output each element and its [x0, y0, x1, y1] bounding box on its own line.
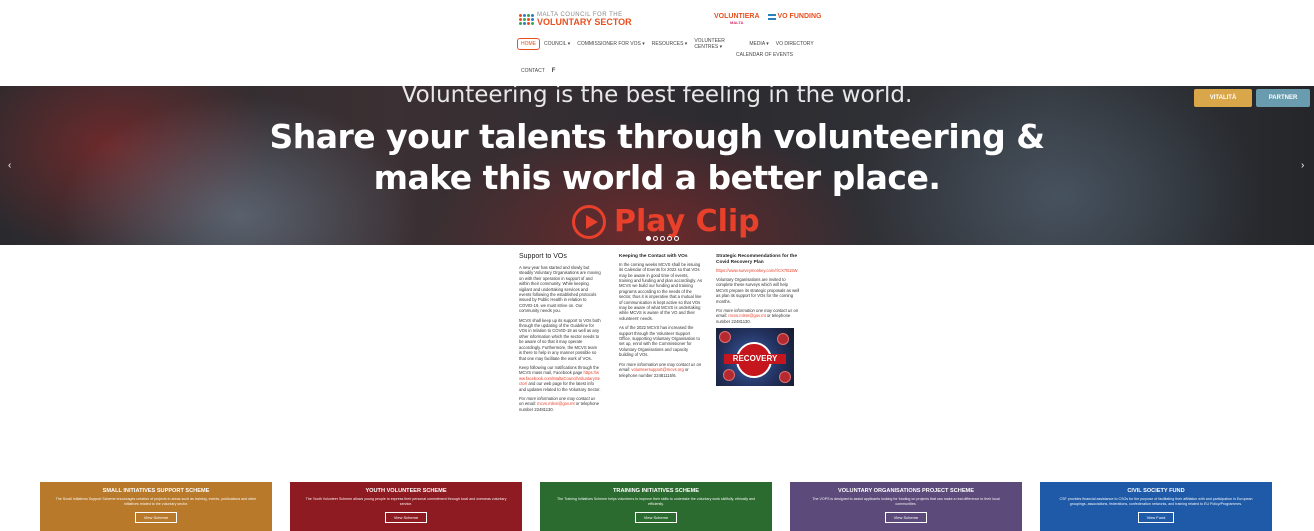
support-title: Support to VOs — [519, 253, 567, 260]
contact-title: Keeping the Contact with VOs — [619, 254, 688, 259]
strategic-p1: Voluntary Organisations are invited to c… — [716, 277, 800, 304]
scheme-title: SMALL INITIATIVES SUPPORT SCHEME — [102, 488, 210, 494]
strategic-column: Strategic Recommendations for the Covid … — [716, 254, 800, 387]
scheme-title: TRAINING INITIATIVES SCHEME — [613, 488, 699, 494]
hero-subtitle: Volunteering is the best feeling in the … — [401, 86, 913, 108]
scheme-description: CSF provides financial assistance to CSO… — [1059, 497, 1253, 506]
strategic-title: Strategic Recommendations for the Covid … — [716, 254, 798, 265]
hero-slider: Volunteering is the best feeling in the … — [0, 86, 1314, 245]
strategic-email-link[interactable]: mcvs.mlsm@gov.mt — [728, 313, 765, 318]
mcvs-logo[interactable]: MALTA COUNCIL FOR THE VOLUNTARY SECTOR — [519, 12, 632, 27]
hero-title: Share your talents through volunteering … — [269, 117, 1045, 197]
contact-p2: As of the 2022 MCVS has increased the su… — [619, 325, 700, 358]
view-scheme-button[interactable]: View Scheme — [884, 512, 928, 524]
support-column: Support to VOs A new year has started an… — [519, 252, 601, 416]
logo-line2: VOLUNTARY SECTOR — [537, 17, 632, 27]
scheme-description: The Youth Volunteer Scheme allows young … — [305, 497, 507, 506]
scheme-card: YOUTH VOLUNTEER SCHEME The Youth Voluntee… — [290, 482, 522, 531]
scheme-card: SMALL INITIATIVES SUPPORT SCHEME The Smal… — [40, 482, 272, 531]
nav-volunteer-centres[interactable]: VOLUNTEER CENTRES ▾ — [694, 38, 730, 50]
vitalita-logo[interactable]: VITALITÀ — [1194, 89, 1252, 107]
nav-commissioner[interactable]: COMMISSIONER FOR VOS ▾ — [577, 41, 645, 47]
contact-email-link[interactable]: volunteersupport@mcvs.org — [631, 367, 683, 372]
slide-dot[interactable] — [667, 236, 672, 241]
strategic-p2: For more information one may contact us … — [716, 308, 799, 324]
scheme-description: The VOPS is designed to assist applicant… — [812, 497, 1000, 506]
scheme-card: CIVIL SOCIETY FUND CSF provides financial… — [1040, 482, 1272, 531]
nav-calendar[interactable]: CALENDAR OF EVENTS — [736, 52, 793, 58]
mcvs-logo-icon — [519, 13, 534, 26]
play-clip-button[interactable]: Play Clip — [572, 204, 760, 239]
nav-media[interactable]: MEDIA ▾ — [749, 41, 768, 47]
nav-resources[interactable]: RESOURCES ▾ — [652, 41, 688, 47]
facebook-icon[interactable]: f — [552, 68, 556, 74]
support-email-link[interactable]: mcvs.mlsm@gov.mt — [537, 401, 574, 406]
scheme-title: VOLUNTARY ORGANISATIONS PROJECT SCHEME — [838, 488, 974, 494]
recovery-image-label: RECOVERY — [724, 354, 786, 365]
support-p2: MCVS shall keep up its support to VOs bo… — [519, 317, 601, 361]
view-scheme-button[interactable]: View Scheme — [634, 512, 678, 524]
view-scheme-button[interactable]: View Scheme — [384, 512, 428, 524]
contact-column: Keeping the Contact with VOs In the comi… — [619, 254, 703, 382]
slide-dot[interactable] — [660, 236, 665, 241]
partner-logo[interactable]: PARTNER — [1256, 89, 1310, 107]
vofunding-icon — [767, 14, 776, 21]
play-icon — [572, 204, 606, 239]
prev-slide-icon[interactable]: ‹ — [8, 160, 18, 172]
corner-logos: VITALITÀ PARTNER — [1194, 89, 1310, 107]
nav-home[interactable]: HOME — [517, 38, 540, 50]
view-scheme-button[interactable]: View Scheme — [134, 512, 178, 524]
support-p1: A new year has started and slowly but st… — [519, 265, 601, 314]
scheme-description: The Small Initiatives Support Scheme enc… — [55, 497, 257, 506]
nav-contact[interactable]: CONTACT — [521, 68, 545, 74]
survey-link[interactable]: https://www.surveymonkey.com/r/CX7B15W — [716, 268, 800, 273]
partner-logos: VOLUNTIERA MALTA VO FUNDING — [714, 13, 821, 25]
scheme-title: CIVIL SOCIETY FUND — [1127, 488, 1185, 494]
scheme-title: YOUTH VOLUNTEER SCHEME — [365, 488, 447, 494]
play-clip-label: Play Clip — [614, 204, 760, 239]
vofunding-logo[interactable]: VO FUNDING — [767, 13, 821, 21]
slide-dot[interactable] — [653, 236, 658, 241]
recovery-image: RECOVERY — [716, 328, 794, 387]
next-slide-icon[interactable]: › — [1301, 160, 1311, 172]
site-header: MALTA COUNCIL FOR THE VOLUNTARY SECTOR V… — [0, 0, 1314, 86]
contact-p3: For more information one may contact us … — [619, 361, 702, 378]
slide-indicators — [646, 236, 679, 241]
nav-council[interactable]: COUNCIL ▾ — [544, 41, 570, 47]
slide-dot[interactable] — [674, 236, 679, 241]
support-p3: Keep following our notifications through… — [519, 364, 601, 392]
scheme-card: VOLUNTARY ORGANISATIONS PROJECT SCHEME Th… — [790, 482, 1022, 531]
contact-p1: In the coming weeks MCVS shall be issuin… — [619, 261, 703, 321]
scheme-card: TRAINING INITIATIVES SCHEME The Training … — [540, 482, 772, 531]
nav-vo-directory[interactable]: VO DIRECTORY — [776, 41, 814, 47]
voluntiera-logo[interactable]: VOLUNTIERA MALTA — [714, 13, 760, 25]
view-scheme-button[interactable]: View Fund — [1137, 512, 1175, 524]
scheme-description: The Training Initiatives Scheme helps vo… — [556, 497, 756, 506]
support-p4: For more information one may contact us … — [519, 395, 600, 412]
slide-dot[interactable] — [646, 236, 651, 241]
